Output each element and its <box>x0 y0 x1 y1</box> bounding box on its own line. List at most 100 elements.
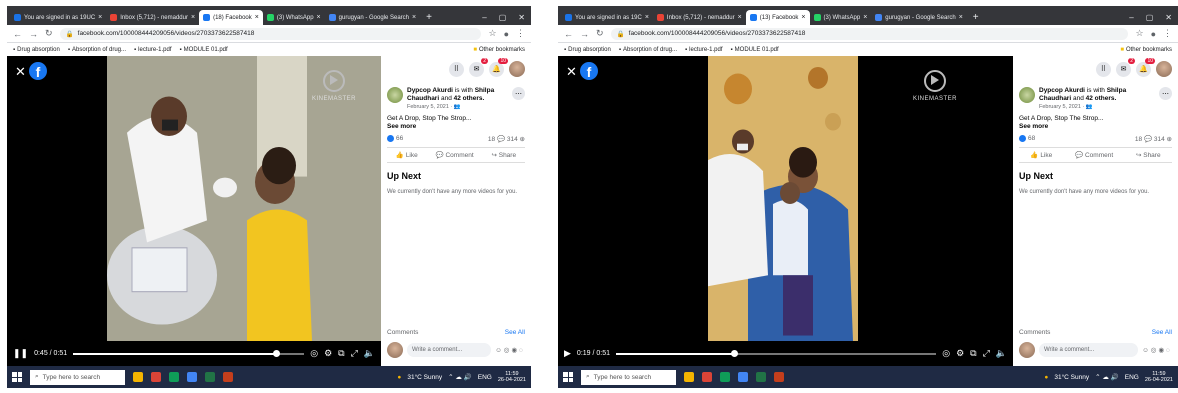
file-explorer-icon[interactable] <box>684 372 694 382</box>
chrome-icon[interactable] <box>151 372 161 382</box>
more-options-icon[interactable]: ⋯ <box>512 87 525 100</box>
taskbar-search-box[interactable]: ⌕ Type here to search <box>30 369 125 385</box>
page-avatar[interactable] <box>387 87 403 103</box>
browser-tab[interactable]: You are signed in as 19C × <box>561 10 653 25</box>
messenger-icon[interactable]: ✉ 2 <box>469 57 488 77</box>
browser-tab[interactable]: (3) WhatsApp × <box>263 10 325 25</box>
post-others-link[interactable]: 42 others. <box>454 95 485 102</box>
app-icon[interactable] <box>169 372 179 382</box>
app-icon[interactable] <box>720 372 730 382</box>
profile-avatar[interactable] <box>509 61 525 77</box>
share-button[interactable]: ↪ Share <box>491 151 516 159</box>
see-more-link[interactable]: See more <box>387 123 525 131</box>
reaction-count[interactable]: 66 <box>387 134 403 143</box>
other-bookmarks[interactable]: ■ Other bookmarks <box>1120 47 1172 53</box>
comment-count[interactable]: 18 <box>1135 136 1142 143</box>
post-date[interactable]: February 5, 2021 <box>1039 104 1081 110</box>
settings-gear-icon[interactable]: ⚙ <box>956 348 964 359</box>
close-window-icon[interactable]: ✕ <box>1165 13 1172 22</box>
page-avatar[interactable] <box>1019 87 1035 103</box>
menu-icon[interactable]: ⋮ <box>516 28 525 39</box>
facebook-logo-icon[interactable]: f <box>580 62 598 80</box>
chrome-icon[interactable] <box>702 372 712 382</box>
tray-icons[interactable]: ⌃ ☁ 🔊 <box>1095 373 1119 381</box>
post-author[interactable]: Dypcop Akurdi <box>407 87 453 94</box>
share-count[interactable]: 314 <box>1154 136 1165 143</box>
address-bar[interactable]: 🔒 facebook.com/100008444209056/videos/270… <box>59 27 482 40</box>
bookmark-item[interactable]: ▪ Drug absorption <box>13 47 60 53</box>
forward-icon[interactable]: → <box>29 29 38 39</box>
settings-gear-icon[interactable]: ⚙ <box>324 348 332 359</box>
facebook-logo-icon[interactable]: f <box>29 62 47 80</box>
comment-count[interactable]: 18 <box>488 136 495 143</box>
emoji-sticker-icons[interactable]: ☺◎◉◌ <box>1142 346 1172 354</box>
apps-menu-icon[interactable]: ⠿ <box>449 61 464 77</box>
tab-close-icon[interactable]: × <box>317 14 321 21</box>
browser-tab[interactable]: gurugyan - Google Search × <box>325 10 420 25</box>
post-others-link[interactable]: 42 others. <box>1086 95 1117 102</box>
profile-icon[interactable]: ● <box>1151 29 1156 39</box>
picture-in-picture-icon[interactable]: ⧉ <box>970 348 976 359</box>
browser-tab[interactable]: You are signed in as 19UC × <box>10 10 106 25</box>
bookmark-item[interactable]: ▪ MODULE 01.pdf <box>180 47 228 53</box>
comment-input[interactable]: Write a comment... <box>407 343 492 357</box>
tab-close-icon[interactable]: × <box>959 14 963 21</box>
windows-start-icon[interactable] <box>12 372 22 382</box>
volume-icon[interactable]: 🔈 <box>996 348 1007 359</box>
comment-button[interactable]: 💬 Comment <box>1075 151 1113 159</box>
powerpoint-icon[interactable] <box>774 372 784 382</box>
video-scrubber[interactable] <box>616 349 937 357</box>
close-window-icon[interactable]: ✕ <box>518 13 525 22</box>
close-video-icon[interactable]: ✕ <box>15 64 26 80</box>
close-video-icon[interactable]: ✕ <box>566 64 577 80</box>
browser-tab[interactable]: (3) WhatsApp × <box>810 10 872 25</box>
taskbar-clock[interactable]: 11:59 26-04-2021 <box>498 371 526 383</box>
picture-in-picture-icon[interactable]: ⧉ <box>338 348 344 359</box>
minimize-icon[interactable]: – <box>482 13 486 22</box>
post-date[interactable]: February 5, 2021 <box>407 104 449 110</box>
apps-menu-icon[interactable]: ⠿ <box>1096 61 1111 77</box>
powerpoint-icon[interactable] <box>223 372 233 382</box>
profile-avatar[interactable] <box>1156 61 1172 77</box>
star-icon[interactable]: ☆ <box>1135 28 1143 39</box>
other-bookmarks[interactable]: ■ Other bookmarks <box>473 47 525 53</box>
tab-close-icon[interactable]: × <box>191 14 195 21</box>
minimize-icon[interactable]: – <box>1129 13 1133 22</box>
video-player[interactable]: ✕ f KINEMASTER ▶ 0:19 / 0:51 ◎ ⚙ ⧉ ⤢ 🔈 <box>558 56 1013 366</box>
forward-icon[interactable]: → <box>580 29 589 39</box>
messenger-icon[interactable]: ✉ 2 <box>1116 57 1135 77</box>
scrubber-handle[interactable] <box>273 349 281 357</box>
reaction-count[interactable]: 68 <box>1019 134 1035 143</box>
weather-text[interactable]: 31°C Sunny <box>407 374 442 381</box>
excel-icon[interactable] <box>205 372 215 382</box>
taskbar-clock[interactable]: 11:59 26-04-2021 <box>1145 371 1173 383</box>
maximize-icon[interactable]: ▢ <box>499 13 507 22</box>
profile-icon[interactable]: ● <box>504 29 509 39</box>
reload-icon[interactable]: ↻ <box>596 28 604 39</box>
like-button[interactable]: 👍 Like <box>1030 151 1052 159</box>
emoji-sticker-icons[interactable]: ☺◎◉◌ <box>495 346 525 354</box>
share-count[interactable]: 314 <box>507 136 518 143</box>
edge-icon[interactable] <box>738 372 748 382</box>
captions-icon[interactable]: ◎ <box>942 348 950 359</box>
menu-icon[interactable]: ⋮ <box>1163 28 1172 39</box>
browser-tab[interactable]: gurugyan - Google Search × <box>871 10 966 25</box>
post-author[interactable]: Dypcop Akurdi <box>1039 87 1085 94</box>
back-icon[interactable]: ← <box>13 29 22 39</box>
fullscreen-icon[interactable]: ⤢ <box>983 348 990 359</box>
video-scrubber[interactable] <box>73 349 305 357</box>
windows-start-icon[interactable] <box>563 372 573 382</box>
comment-input[interactable]: Write a comment... <box>1039 343 1139 357</box>
bookmark-item[interactable]: ▪ Absorption of drug... <box>68 47 126 53</box>
comment-button[interactable]: 💬 Comment <box>436 151 474 159</box>
language-indicator[interactable]: ENG <box>478 374 492 381</box>
address-bar[interactable]: 🔒 facebook.com/100008444209056/videos/270… <box>610 27 1129 40</box>
tab-close-icon[interactable]: × <box>738 14 742 21</box>
see-all-link[interactable]: See All <box>505 329 525 336</box>
scrubber-handle[interactable] <box>731 349 739 357</box>
browser-tab-active[interactable]: (18) Facebook × <box>199 10 263 25</box>
pause-icon[interactable]: ❚❚ <box>13 348 28 359</box>
bookmark-item[interactable]: ▪ Absorption of drug... <box>619 47 677 53</box>
tab-close-icon[interactable]: × <box>412 14 416 21</box>
like-button[interactable]: 👍 Like <box>396 151 418 159</box>
